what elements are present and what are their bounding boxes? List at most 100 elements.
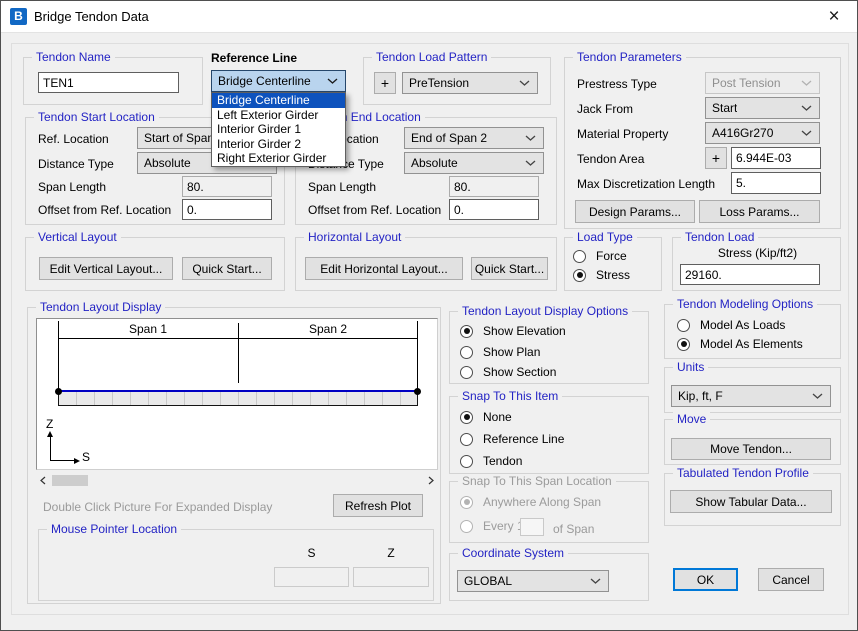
group-label: Tendon Start Location	[34, 110, 159, 124]
radio-force-icon	[573, 250, 586, 263]
design-params-button[interactable]: Design Params...	[575, 200, 695, 223]
jack-from-select[interactable]: Start	[705, 97, 820, 119]
scrollbar-thumb[interactable]	[52, 475, 88, 486]
start-distance-type-value: Absolute	[144, 156, 191, 170]
dropdown-option-right-exterior-girder[interactable]: Right Exterior Girder	[212, 151, 345, 166]
dropdown-option-interior-girder-1[interactable]: Interior Girder 1	[212, 122, 345, 137]
end-ref-location-select[interactable]: End of Span 2	[404, 127, 544, 149]
group-label: Snap To This Span Location	[458, 474, 616, 488]
radio-model-as-elements[interactable]: Model As Elements	[677, 337, 803, 351]
of-span-label: of Span	[553, 522, 594, 536]
group-label: Tendon Modeling Options	[673, 297, 817, 311]
radio-anywhere-along-span-label: Anywhere Along Span	[483, 495, 601, 509]
plot-horizontal-scrollbar[interactable]	[36, 474, 438, 487]
app-icon: B	[10, 8, 27, 25]
group-label: Coordinate System	[458, 546, 568, 560]
group-tendon-name: Tendon Name	[23, 57, 203, 105]
prestress-type-value: Post Tension	[712, 76, 781, 90]
group-vertical-layout: Vertical Layout Edit Vertical Layout... …	[25, 237, 285, 291]
jack-from-value: Start	[712, 101, 737, 115]
prestress-type-select: Post Tension	[705, 72, 820, 94]
group-tendon-load-pattern: Tendon Load Pattern + PreTension	[363, 57, 551, 105]
z-axis-line	[50, 436, 51, 461]
units-select[interactable]: Kip, ft, F	[671, 385, 831, 407]
radio-snap-tendon[interactable]: Tendon	[460, 454, 522, 468]
edit-horizontal-layout-button[interactable]: Edit Horizontal Layout...	[305, 257, 463, 280]
scroll-right-icon[interactable]	[424, 474, 438, 487]
group-coordinate-system: Coordinate System GLOBAL	[449, 553, 649, 601]
load-pattern-select[interactable]: PreTension	[402, 72, 538, 94]
dropdown-option-bridge-centerline[interactable]: Bridge Centerline	[212, 93, 345, 108]
radio-snap-reference-line[interactable]: Reference Line	[460, 432, 564, 446]
radio-show-section[interactable]: Show Section	[460, 365, 556, 379]
coordinate-system-select[interactable]: GLOBAL	[457, 570, 609, 592]
end-span-length-field	[449, 176, 539, 197]
group-load-type: Load Type Force Stress	[564, 237, 662, 291]
radio-snap-none-icon	[460, 411, 473, 424]
dialog-title: Bridge Tendon Data	[34, 9, 149, 24]
group-tabulated-profile: Tabulated Tendon Profile Show Tabular Da…	[664, 473, 841, 526]
cancel-button[interactable]: Cancel	[758, 568, 824, 591]
chevron-down-icon	[327, 78, 338, 84]
refresh-plot-button[interactable]: Refresh Plot	[333, 494, 423, 517]
start-offset-input[interactable]	[182, 199, 272, 220]
mouse-z-value-field	[353, 567, 429, 587]
radio-show-elevation[interactable]: Show Elevation	[460, 324, 566, 338]
loss-params-button[interactable]: Loss Params...	[699, 200, 820, 223]
group-label: Move	[673, 412, 710, 426]
material-property-select[interactable]: A416Gr270	[705, 122, 820, 144]
chevron-down-icon	[801, 130, 812, 136]
horizontal-quick-start-button[interactable]: Quick Start...	[471, 257, 548, 280]
reference-line-label: Reference Line	[211, 51, 297, 65]
max-discretization-input[interactable]	[731, 172, 821, 194]
group-label: Load Type	[573, 230, 637, 244]
radio-snap-none[interactable]: None	[460, 410, 512, 424]
group-snap-to-item: Snap To This Item None Reference Line Te…	[449, 396, 649, 474]
tendon-layout-plot[interactable]: Span 1 Span 2 Z S	[36, 318, 438, 470]
group-tendon-load: Tendon Load Stress (Kip/ft2)	[672, 237, 841, 291]
reference-line-dropdown-list: Bridge Centerline Left Exterior Girder I…	[211, 92, 346, 167]
ok-button[interactable]: OK	[673, 568, 738, 591]
end-offset-input[interactable]	[449, 199, 539, 220]
end-distance-type-select[interactable]: Absolute	[404, 152, 544, 174]
show-tabular-data-button[interactable]: Show Tabular Data...	[670, 490, 832, 513]
tendon-name-input[interactable]	[38, 72, 179, 93]
scroll-left-icon[interactable]	[36, 474, 50, 487]
group-label: Tabulated Tendon Profile	[673, 466, 813, 480]
edit-vertical-layout-button[interactable]: Edit Vertical Layout...	[39, 257, 173, 280]
tendon-load-stress-input[interactable]	[680, 264, 820, 285]
radio-show-plan-label: Show Plan	[483, 345, 540, 359]
radio-model-as-loads[interactable]: Model As Loads	[677, 318, 785, 332]
tendon-area-input[interactable]	[731, 147, 821, 169]
max-discretization-label: Max Discretization Length	[577, 177, 715, 191]
group-horizontal-layout: Horizontal Layout Edit Horizontal Layout…	[295, 237, 557, 291]
units-value: Kip, ft, F	[678, 389, 723, 403]
start-span-length-label: Span Length	[38, 180, 106, 194]
dropdown-option-left-exterior-girder[interactable]: Left Exterior Girder	[212, 108, 345, 123]
radio-force[interactable]: Force	[573, 249, 627, 263]
group-modeling-options: Tendon Modeling Options Model As Loads M…	[664, 304, 841, 359]
end-distance-type-value: Absolute	[411, 156, 458, 170]
radio-snap-tendon-icon	[460, 455, 473, 468]
chevron-down-icon	[519, 80, 530, 86]
dropdown-option-interior-girder-2[interactable]: Interior Girder 2	[212, 137, 345, 152]
add-tendon-area-button[interactable]: +	[705, 147, 727, 169]
move-tendon-button[interactable]: Move Tendon...	[671, 438, 831, 460]
radio-show-plan-icon	[460, 346, 473, 359]
add-load-pattern-button[interactable]: +	[374, 72, 396, 94]
radio-show-plan[interactable]: Show Plan	[460, 345, 540, 359]
vertical-quick-start-button[interactable]: Quick Start...	[182, 257, 272, 280]
radio-every-fraction-icon	[460, 520, 473, 533]
radio-model-as-elements-icon	[677, 338, 690, 351]
close-icon[interactable]: ×	[819, 4, 849, 29]
s-axis-line	[50, 460, 75, 461]
radio-stress-icon	[573, 269, 586, 282]
radio-stress[interactable]: Stress	[573, 268, 630, 282]
chevron-down-icon	[801, 105, 812, 111]
group-label: Tendon Load	[681, 230, 758, 244]
material-property-value: A416Gr270	[712, 126, 773, 140]
title-bar: B Bridge Tendon Data ×	[1, 1, 857, 33]
reference-line-select[interactable]: Bridge Centerline	[211, 70, 346, 92]
chevron-down-icon	[525, 160, 536, 166]
start-offset-label: Offset from Ref. Location	[38, 203, 171, 217]
